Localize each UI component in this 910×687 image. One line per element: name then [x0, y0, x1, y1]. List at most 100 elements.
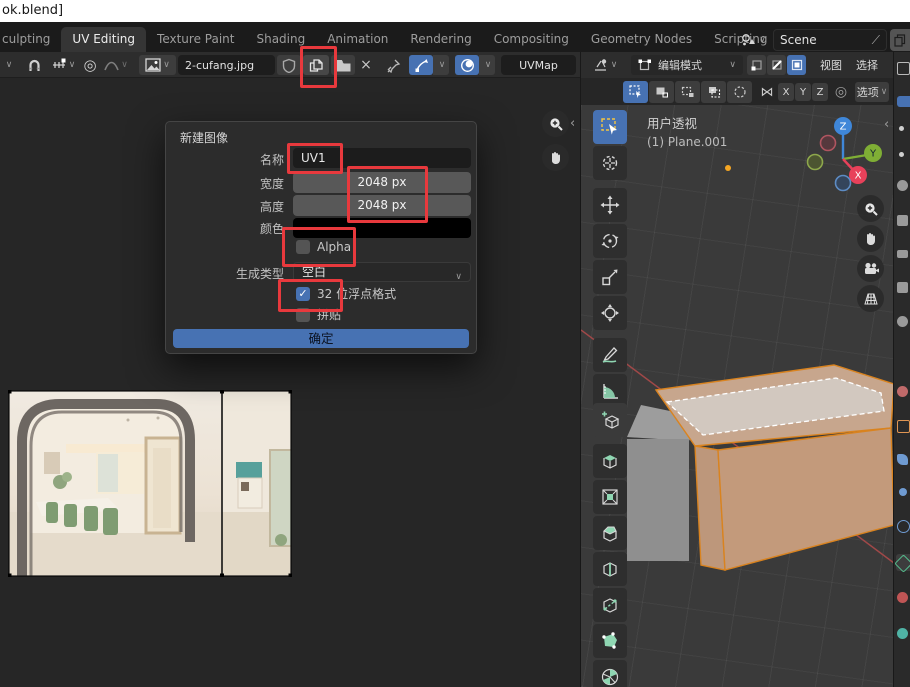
image-name-field[interactable]: 2-cufang.jpg — [178, 55, 275, 75]
viewport-3d[interactable]: 用户透视 (1) Plane.001 — [580, 105, 893, 687]
tab-render-icon[interactable] — [897, 215, 908, 226]
gizmo-neg-x — [821, 136, 836, 151]
tool-move[interactable] — [593, 188, 627, 222]
tab-physics-icon[interactable] — [897, 520, 910, 533]
new-scene-button[interactable] — [890, 29, 910, 51]
origin-point — [725, 165, 731, 171]
viewport-sidebar-collapse[interactable]: ‹ — [884, 119, 889, 131]
tab-geometry-nodes[interactable]: Geometry Nodes — [580, 27, 703, 52]
viewport-zoom-button[interactable] — [857, 195, 884, 222]
tab-texture-icon[interactable] — [897, 628, 908, 639]
tool-loop-cut[interactable] — [593, 552, 627, 586]
bevel-icon — [600, 523, 620, 543]
gray-box-front[interactable] — [627, 439, 689, 561]
mirror-y-button[interactable]: Y — [795, 83, 811, 101]
properties-editor-type-icon[interactable] — [897, 62, 910, 75]
generated-type-label: 生成类型 — [170, 265, 284, 282]
tab-tool-icon[interactable] — [897, 180, 908, 191]
tab-output-icon[interactable] — [897, 250, 908, 258]
gizmos-dropdown[interactable]: ∨ — [433, 55, 449, 75]
camera-icon — [863, 262, 879, 276]
uv-image-preview[interactable] — [8, 390, 292, 577]
mode-selector[interactable]: 编辑模式 ∨ — [631, 55, 743, 75]
tab-modifiers-icon[interactable] — [897, 454, 908, 465]
tool-inset-faces[interactable] — [593, 480, 627, 514]
uv-editor-header: ∨ ∨ ◎ ∨ ∨ — [0, 52, 580, 78]
scene-name-field[interactable]: Scene ⟋ — [773, 29, 887, 51]
display-channels-button[interactable] — [455, 55, 479, 75]
browse-image-dropdown[interactable]: ∨ — [139, 55, 176, 75]
transform-icon — [600, 303, 620, 323]
blender-window: ok.blend] culpting UV Editing Texture Pa… — [0, 0, 910, 687]
tool-poly-build[interactable] — [593, 624, 627, 658]
tab-dot-icon[interactable] — [899, 152, 904, 157]
tab-dot-icon[interactable] — [899, 126, 904, 131]
box-select-tool[interactable] — [649, 81, 674, 103]
intersect-select-tool[interactable] — [727, 81, 752, 103]
annotation-size-values — [347, 166, 428, 223]
viewport-pan-button[interactable] — [857, 225, 884, 252]
tab-uv-editing[interactable]: UV Editing — [61, 27, 146, 52]
tool-scale[interactable] — [593, 260, 627, 294]
tool-annotate[interactable] — [593, 338, 627, 372]
editor-type-dropdown-3d[interactable]: ∨ — [587, 55, 623, 75]
gizmos-toggle-button[interactable] — [409, 55, 433, 75]
tool-cursor[interactable] — [593, 146, 627, 180]
proportional-editing-toggle[interactable]: ◎ — [80, 55, 100, 75]
options-dropdown[interactable]: 选项∨ — [855, 82, 889, 102]
tab-object-icon[interactable] — [897, 420, 910, 433]
uv-zoom-button[interactable] — [542, 110, 569, 137]
tool-add-cube[interactable] — [593, 403, 627, 437]
tool-bevel[interactable] — [593, 516, 627, 550]
tool-rotate[interactable] — [593, 224, 627, 258]
ok-button[interactable]: 确定 — [173, 329, 469, 348]
viewport-camera-button[interactable] — [857, 255, 884, 282]
select-menu[interactable]: 选择 — [850, 55, 884, 75]
navigation-gizmo[interactable]: Z Y X — [802, 112, 882, 192]
tool-extrude-region[interactable] — [593, 444, 627, 478]
scene-browse-button[interactable]: ∨ — [736, 29, 770, 51]
circle-select-tool[interactable] — [675, 81, 700, 103]
pin-image-button[interactable] — [382, 55, 404, 75]
select-subtract-icon — [707, 85, 721, 99]
tool-spin[interactable] — [593, 660, 627, 687]
tab-material-icon[interactable] — [897, 592, 908, 603]
proportional-editing-toggle-3d[interactable]: ◎ — [831, 81, 851, 103]
fake-user-button[interactable] — [277, 55, 301, 75]
uv-pan-button[interactable] — [542, 144, 569, 171]
edit-mode-icon — [638, 58, 652, 72]
mirror-button[interactable]: ⋈ — [757, 81, 777, 103]
tab-rendering[interactable]: Rendering — [399, 27, 482, 52]
snap-target-dropdown[interactable]: ∨ — [47, 55, 79, 75]
tab-texture-paint[interactable]: Texture Paint — [146, 27, 245, 52]
tab-compositing[interactable]: Compositing — [483, 27, 580, 52]
face-mode-button[interactable] — [787, 55, 806, 75]
tweak-select-tool[interactable] — [623, 81, 648, 103]
view-menu[interactable]: 视图 — [814, 55, 848, 75]
falloff-dropdown[interactable]: ∨ — [101, 55, 131, 75]
edge-mode-button[interactable] — [767, 55, 786, 75]
tab-sculpting[interactable]: culpting — [0, 27, 61, 52]
unlink-image-button[interactable]: × — [356, 55, 376, 75]
image-icon — [145, 58, 161, 72]
tab-particles-icon[interactable] — [899, 488, 907, 496]
pin-icon[interactable]: ⟋ — [872, 33, 880, 48]
viewport-ortho-button[interactable] — [857, 285, 884, 312]
view-perspective-label: 用户透视 — [647, 113, 697, 132]
lasso-select-tool[interactable] — [701, 81, 726, 103]
tab-world-icon[interactable] — [897, 386, 908, 397]
tab-scene-icon[interactable] — [897, 316, 908, 327]
tool-transform[interactable] — [593, 296, 627, 330]
uv-sidebar-collapse[interactable]: ‹ — [570, 118, 575, 130]
tool-knife[interactable] — [593, 588, 627, 622]
vertex-mode-button[interactable] — [747, 55, 766, 75]
mirror-x-button[interactable]: X — [778, 83, 794, 101]
tab-tool-active[interactable] — [897, 96, 910, 107]
tool-box-select[interactable] — [593, 110, 627, 144]
editor-type-dropdown[interactable]: ∨ — [0, 55, 16, 75]
channels-dropdown[interactable]: ∨ — [479, 55, 495, 75]
mirror-z-button[interactable]: Z — [812, 83, 828, 101]
uv-map-field[interactable]: UVMap — [501, 55, 576, 75]
tab-view-layer-icon[interactable] — [897, 282, 908, 293]
snap-magnet-toggle[interactable] — [22, 55, 46, 75]
